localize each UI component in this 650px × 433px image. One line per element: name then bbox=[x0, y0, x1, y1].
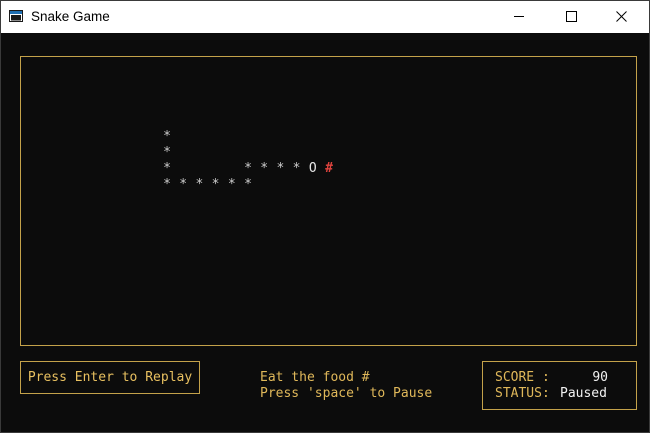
snake-segment: * bbox=[244, 177, 252, 192]
snake-segment: * bbox=[244, 161, 252, 176]
snake-segment: * bbox=[260, 161, 269, 176]
food-item: # bbox=[325, 161, 333, 176]
close-icon bbox=[615, 10, 627, 25]
snake-segment: * bbox=[179, 177, 188, 192]
game-window: Snake Game * * * * * * * * * * * * * O # Press Enter t… bbox=[0, 0, 650, 433]
title-bar[interactable]: Snake Game bbox=[1, 1, 649, 33]
snake-segment: * bbox=[211, 177, 220, 192]
status-value: Paused bbox=[560, 386, 607, 401]
snake-segment: * bbox=[292, 161, 301, 176]
minimize-button[interactable] bbox=[496, 1, 542, 33]
maximize-icon bbox=[565, 10, 577, 25]
snake-segment: * bbox=[276, 161, 285, 176]
window-title: Snake Game bbox=[31, 9, 110, 24]
score-panel: SCORE : 90 STATUS: Paused bbox=[482, 361, 637, 410]
replay-label: Press Enter to Replay bbox=[27, 369, 193, 385]
snake-segment: * bbox=[163, 177, 171, 192]
status-label: STATUS: bbox=[495, 386, 550, 401]
pause-hint: Press 'space' to Pause bbox=[260, 386, 433, 401]
snake-segment: * bbox=[163, 145, 171, 160]
game-board: * * * * * * * * * * * * * O # bbox=[20, 56, 637, 346]
maximize-button[interactable] bbox=[548, 1, 594, 33]
snake-segment: * bbox=[163, 161, 171, 176]
snake-segment: * bbox=[227, 177, 236, 192]
snake-segment: * bbox=[163, 129, 171, 144]
minimize-icon bbox=[513, 10, 525, 25]
food-hint: Eat the food # bbox=[260, 370, 370, 385]
close-button[interactable] bbox=[598, 1, 644, 33]
snake-segment: * bbox=[195, 177, 204, 192]
console-window-icon bbox=[9, 10, 23, 22]
score-value: 90 bbox=[592, 370, 608, 385]
snake-head: O bbox=[308, 161, 317, 176]
replay-button[interactable]: Press Enter to Replay bbox=[20, 361, 200, 394]
score-label: SCORE : bbox=[495, 370, 550, 385]
